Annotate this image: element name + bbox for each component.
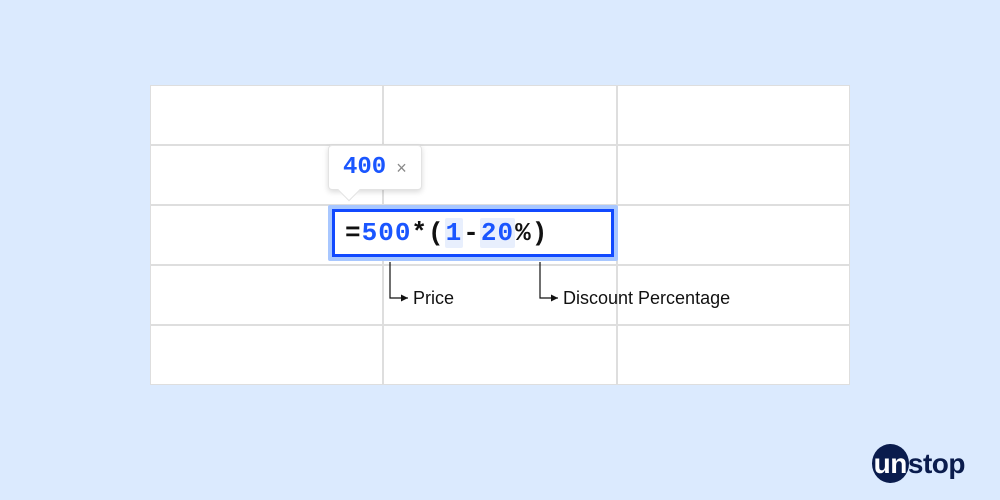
cell[interactable] (617, 265, 850, 325)
paren-close-token: ) (532, 218, 549, 248)
paren-open-token: ( (428, 218, 445, 248)
cell[interactable] (383, 265, 616, 325)
multiply-token: * (411, 218, 428, 248)
preview-value: 400 (343, 154, 386, 181)
percent-token: % (515, 218, 532, 248)
logo-part-stop: stop (908, 448, 965, 479)
cell[interactable] (617, 325, 850, 385)
discount-token: 20 (480, 218, 515, 248)
active-cell[interactable]: =500*(1-20%) (328, 205, 618, 261)
formula-preview-tooltip: 400 × (328, 145, 422, 190)
one-token: 1 (445, 218, 464, 248)
cell[interactable] (383, 85, 616, 145)
cell[interactable] (617, 145, 850, 205)
close-icon[interactable]: × (396, 159, 407, 177)
cell[interactable] (617, 205, 850, 265)
logo-part-un: un (873, 446, 908, 481)
equals-token: = (345, 218, 362, 248)
price-token: 500 (362, 218, 412, 248)
cell[interactable] (150, 265, 383, 325)
minus-token: - (463, 218, 480, 248)
formula-editor[interactable]: =500*(1-20%) (332, 209, 614, 257)
cell[interactable] (617, 85, 850, 145)
cell[interactable] (150, 325, 383, 385)
unstop-logo: unstop (873, 448, 965, 480)
cell[interactable] (150, 85, 383, 145)
cell[interactable] (383, 325, 616, 385)
formula-text: =500*(1-20%) (345, 218, 548, 248)
